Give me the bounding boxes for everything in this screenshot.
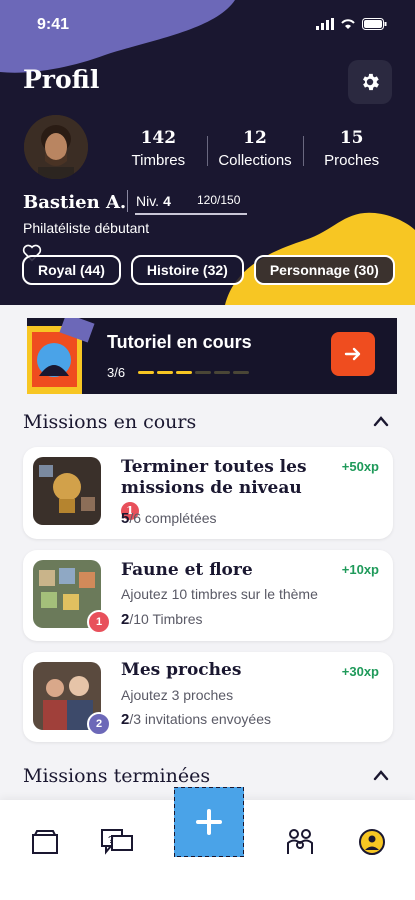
settings-button[interactable] — [348, 60, 392, 104]
tutorial-title: Tutoriel en cours — [107, 332, 252, 352]
stamp-illustration — [27, 318, 95, 394]
mission-progress: 2/10 Timbres — [121, 611, 203, 628]
chip-royal[interactable]: Royal (44) — [22, 255, 121, 285]
progress-suffix: invitations envoyées — [144, 711, 271, 727]
status-icons — [316, 18, 387, 30]
battery-icon — [362, 18, 387, 30]
progress-dash — [138, 371, 154, 374]
stat-value: 12 — [243, 128, 267, 148]
mission-description: Ajoutez 3 proches — [121, 687, 234, 703]
tutorial-continue-button[interactable] — [331, 332, 375, 376]
xp-bar — [135, 213, 247, 215]
tab-quiz[interactable]: ? — [97, 822, 137, 862]
mission-badge: 1 — [87, 610, 111, 634]
plus-icon — [196, 809, 222, 835]
page-title: Profil — [23, 65, 100, 94]
profile-face-icon — [359, 829, 385, 855]
section-title-active: Missions en cours — [23, 411, 197, 433]
signal-icon — [316, 18, 334, 30]
progress-total: /6 — [129, 510, 142, 526]
mission-progress: 2/3 invitations envoyées — [121, 711, 271, 728]
stat-label: Collections — [218, 152, 292, 169]
profile-stats: 142 Timbres 12 Collections 15 Proches — [110, 128, 400, 169]
tutorial-progress-bar — [138, 371, 249, 374]
chip-histoire[interactable]: Histoire (32) — [130, 255, 244, 285]
profile-rank: Philatéliste débutant — [23, 220, 150, 236]
stat-label: Proches — [324, 152, 380, 169]
progress-dash — [157, 371, 173, 374]
wifi-icon — [341, 19, 355, 29]
level-label: Niv. — [136, 193, 160, 209]
mission-progress: 5/6 complétées — [121, 510, 217, 527]
mission-xp: +50xp — [341, 459, 379, 474]
xp-counter: 120/150 — [197, 193, 241, 207]
chevron-up-icon[interactable] — [373, 769, 389, 781]
tutorial-banner[interactable]: Tutoriel en cours 3/6 — [27, 318, 397, 394]
collection-chips: Royal (44) Histoire (32) Personnage (30) — [22, 255, 395, 285]
collection-box-icon — [32, 830, 58, 854]
stat-label: Timbres — [131, 152, 186, 169]
progress-total: /10 — [129, 611, 149, 627]
section-title-done: Missions terminées — [23, 765, 211, 787]
mission-card[interactable]: 1 Faune et flore +10xp Ajoutez 10 timbre… — [23, 550, 393, 641]
progress-dash — [195, 371, 211, 374]
arrow-right-icon — [344, 347, 361, 361]
tab-family[interactable] — [280, 822, 320, 862]
mission-card[interactable]: Terminer toutes les missions de niveau 1… — [23, 447, 393, 539]
avatar-portrait — [24, 115, 88, 179]
mission-card[interactable]: 2 Mes proches +30xp Ajoutez 3 proches 2/… — [23, 652, 393, 742]
stat-divider — [303, 136, 305, 166]
mission-title: Faune et flore — [121, 560, 253, 580]
mission-xp: +10xp — [341, 562, 379, 577]
stat-timbres[interactable]: 142 Timbres — [110, 128, 207, 169]
progress-dash — [176, 371, 192, 374]
level-value: 4 — [163, 193, 171, 209]
progress-suffix: Timbres — [152, 611, 203, 627]
mission-thumbnail — [33, 457, 101, 525]
mission-badge: 2 — [87, 712, 111, 736]
tab-collection[interactable] — [25, 822, 65, 862]
status-bar: 9:41 — [0, 0, 415, 50]
progress-dash — [214, 371, 230, 374]
mission-title: Mes proches — [121, 660, 242, 680]
chevron-up-icon[interactable] — [373, 415, 389, 427]
stat-value: 142 — [140, 128, 177, 148]
avatar[interactable] — [24, 115, 88, 179]
quiz-chat-icon: ? — [101, 829, 133, 855]
tab-profile[interactable] — [352, 822, 392, 862]
family-icon — [287, 829, 313, 854]
stat-value: 15 — [339, 128, 364, 148]
mission-description: Ajoutez 10 timbres sur le thème — [121, 586, 318, 602]
progress-dash — [233, 371, 249, 374]
profile-name: Bastien A. — [23, 192, 127, 213]
stat-collections[interactable]: 12 Collections — [206, 128, 304, 169]
stat-divider — [206, 136, 208, 166]
mission-xp: +30xp — [341, 664, 379, 679]
level-indicator: Niv. 4 — [127, 190, 171, 212]
status-time: 9:41 — [37, 16, 70, 33]
add-stamp-button[interactable] — [174, 787, 244, 857]
settings-gear-icon — [363, 73, 379, 91]
progress-total: /3 — [129, 711, 142, 727]
mission-title-text: Terminer toutes les missions de niveau — [121, 457, 307, 498]
svg-text:?: ? — [108, 835, 114, 846]
tutorial-progress-text: 3/6 — [107, 365, 126, 380]
progress-suffix: complétées — [144, 510, 217, 526]
chip-personnage[interactable]: Personnage (30) — [253, 255, 395, 285]
stat-proches[interactable]: 15 Proches — [303, 128, 400, 169]
